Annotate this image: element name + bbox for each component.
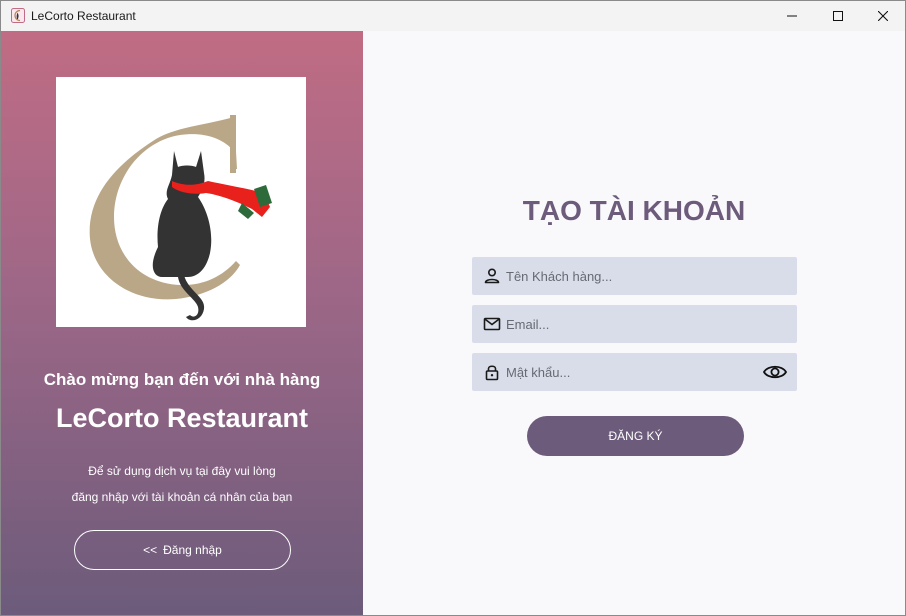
lock-icon bbox=[485, 365, 499, 381]
close-icon bbox=[878, 11, 888, 21]
title-bar[interactable]: LeCorto Restaurant bbox=[1, 1, 905, 31]
restaurant-logo bbox=[56, 77, 306, 327]
customer-name-input[interactable] bbox=[506, 257, 756, 295]
restaurant-name: LeCorto Restaurant bbox=[55, 403, 309, 433]
instruction-text-line2: đăng nhập với tài khoản cá nhân của bạn bbox=[71, 490, 293, 504]
welcome-panel: Chào mừng bạn đến với nhà hàng LeCorto R… bbox=[1, 31, 363, 615]
instruction-text-line1: Để sử dụng dịch vụ tại đây vui lòng bbox=[88, 464, 276, 478]
user-icon bbox=[484, 268, 500, 284]
password-field[interactable] bbox=[472, 353, 797, 391]
welcome-text: Chào mừng bạn đến với nhà hàng bbox=[43, 370, 321, 389]
register-button[interactable]: ĐĂNG KÝ bbox=[527, 416, 744, 456]
form-title: TẠO TÀI KHOẢN bbox=[522, 195, 746, 226]
double-chevron-left-icon: << bbox=[143, 543, 158, 557]
register-panel: TẠO TÀI KHOẢN Tên Khách hàng... Email...… bbox=[363, 31, 905, 615]
login-button[interactable]: << Đăng nhập bbox=[74, 530, 291, 570]
mail-icon bbox=[483, 317, 501, 331]
minimize-icon bbox=[787, 15, 797, 17]
password-input[interactable] bbox=[506, 353, 756, 391]
email-field[interactable] bbox=[472, 305, 797, 343]
maximize-button[interactable] bbox=[815, 1, 861, 31]
maximize-icon bbox=[833, 11, 843, 21]
login-button-label: Đăng nhập bbox=[163, 543, 222, 557]
cat-logo-image bbox=[89, 115, 272, 321]
window-title: LeCorto Restaurant bbox=[31, 9, 136, 23]
email-input[interactable] bbox=[506, 305, 756, 343]
eye-icon[interactable] bbox=[762, 362, 788, 382]
app-window: LeCorto Restaurant Chào mừng bạn đến với… bbox=[0, 0, 906, 616]
app-logo-icon bbox=[11, 8, 25, 23]
minimize-button[interactable] bbox=[769, 1, 815, 31]
customer-name-field[interactable] bbox=[472, 257, 797, 295]
close-button[interactable] bbox=[860, 1, 905, 31]
